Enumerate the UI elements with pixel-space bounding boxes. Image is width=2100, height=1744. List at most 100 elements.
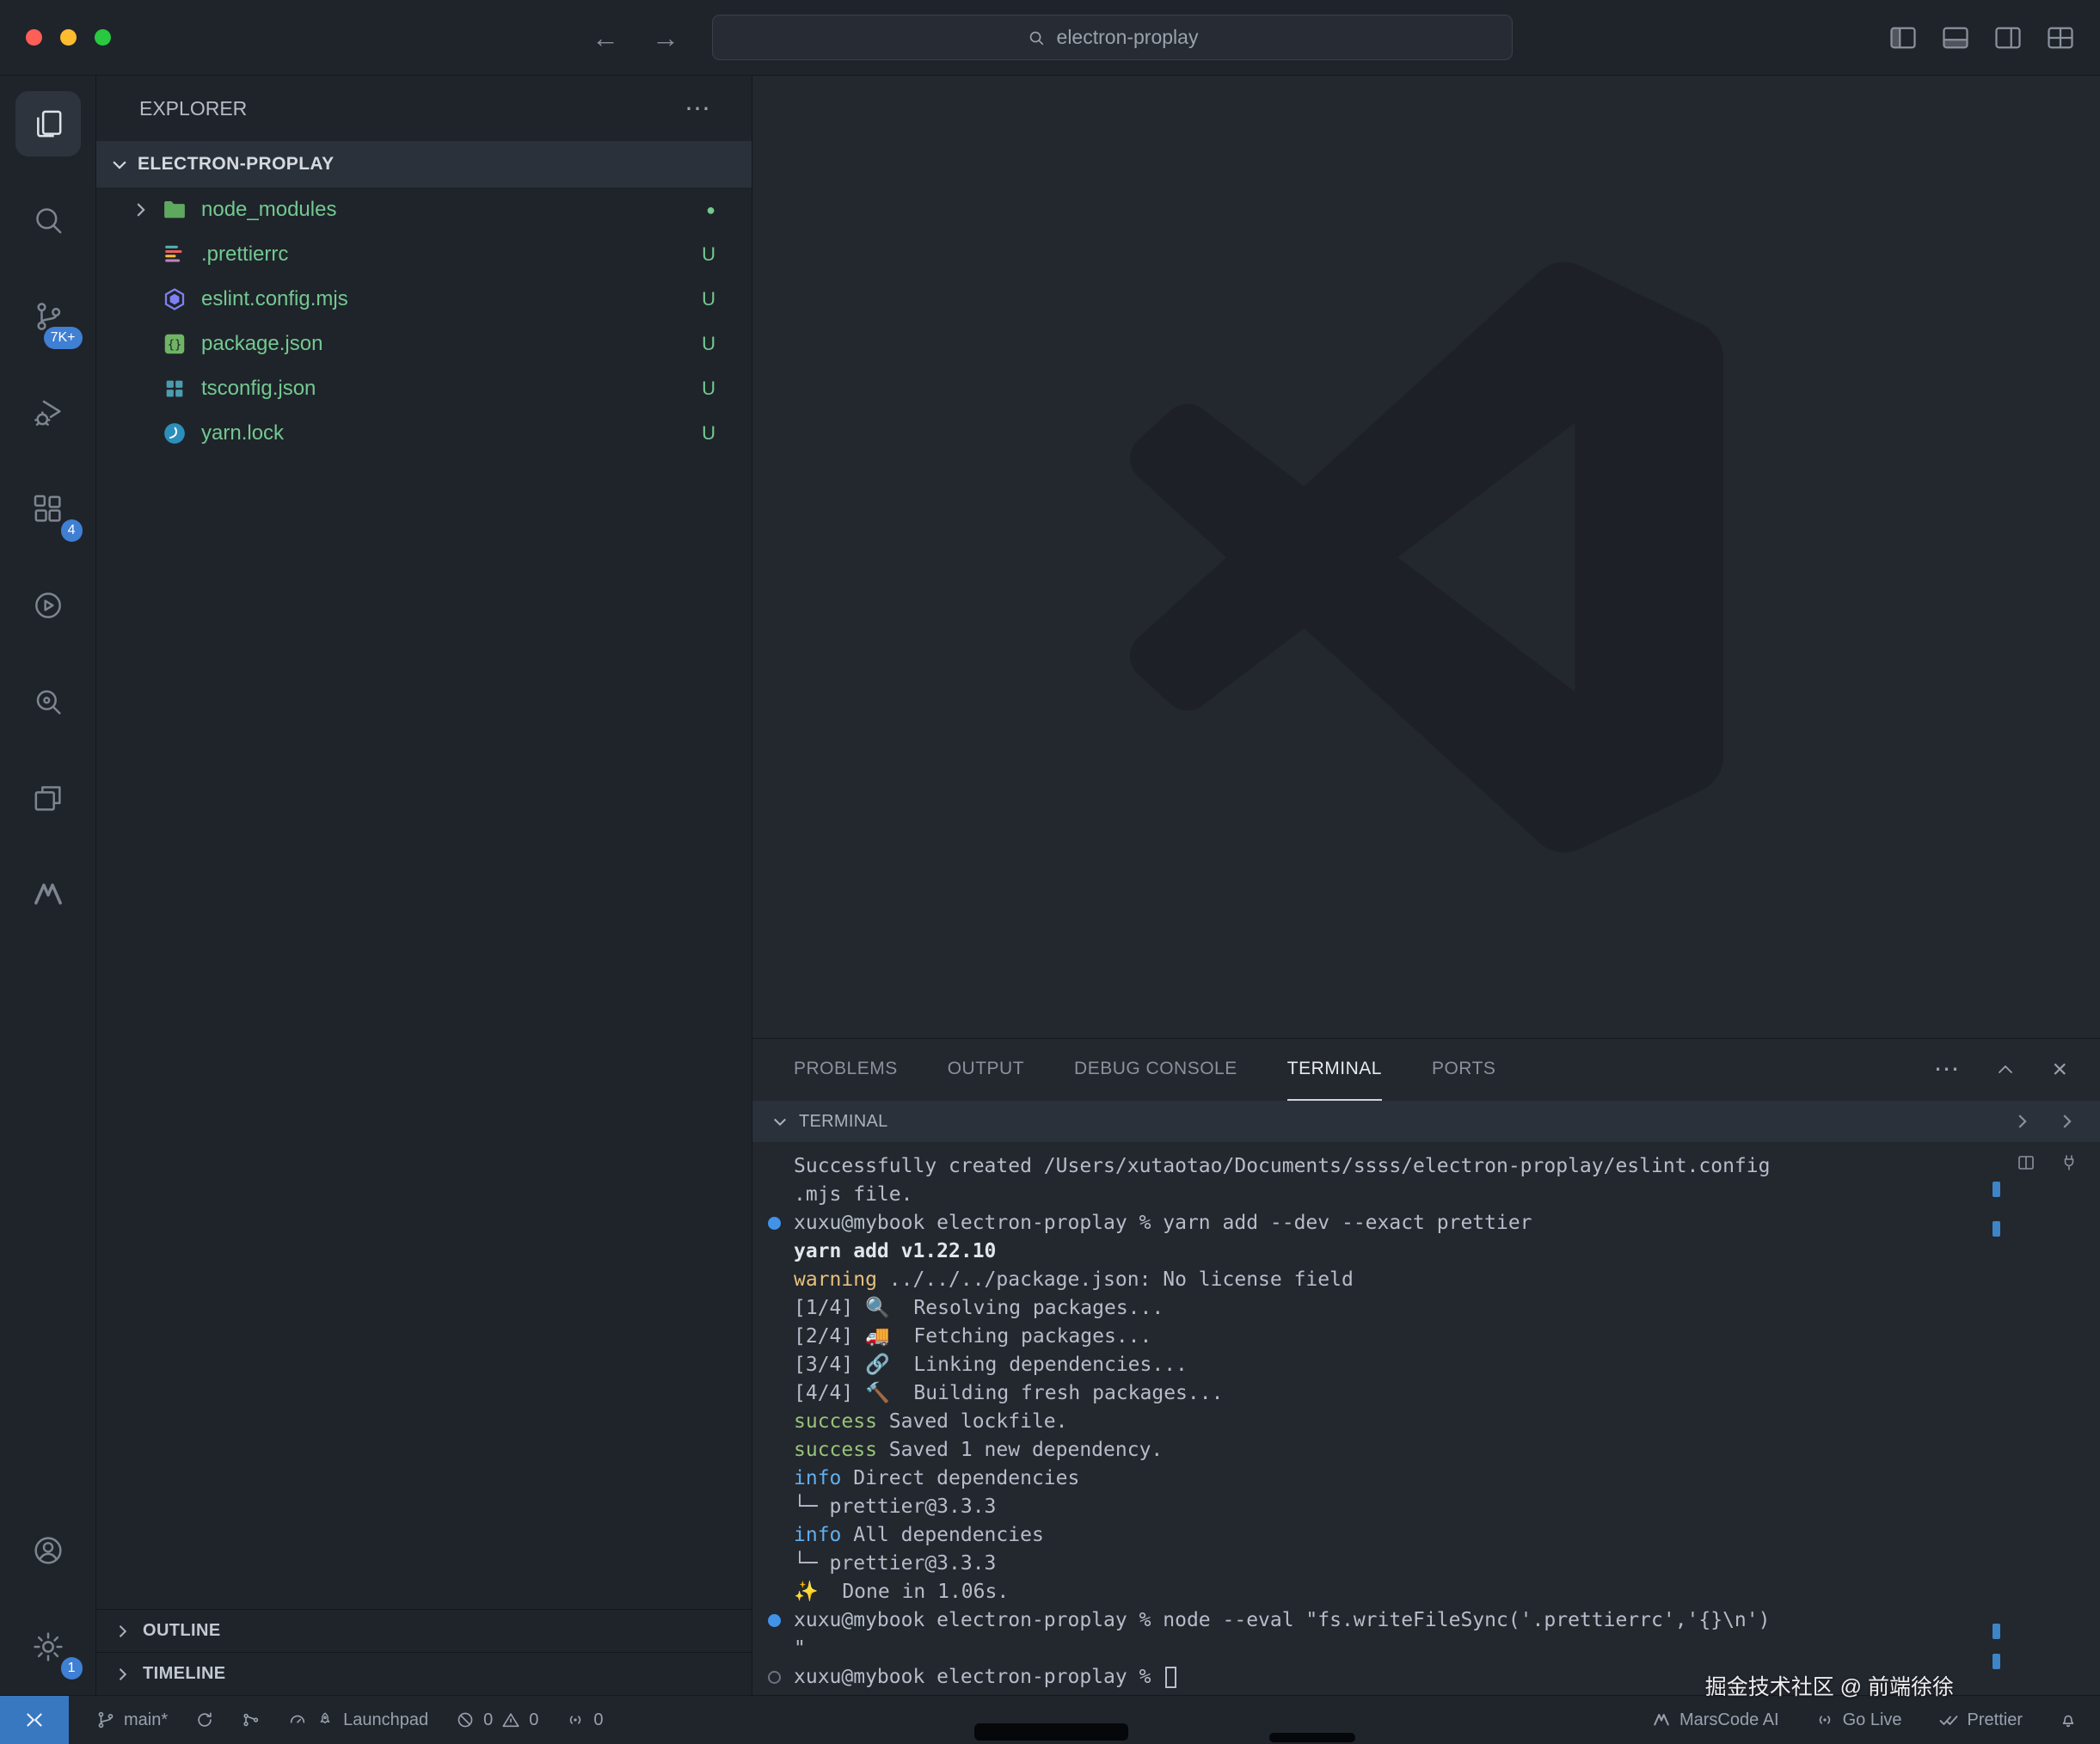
forward-button[interactable]: → — [652, 22, 679, 54]
tab-terminal[interactable]: TERMINAL — [1287, 1039, 1382, 1101]
folder-icon — [162, 197, 187, 223]
ports-status[interactable]: 0 — [566, 1710, 603, 1730]
file-row-prettierrc[interactable]: .prettierrc U — [96, 232, 752, 277]
activity-run-debug[interactable] — [0, 365, 96, 461]
git-branch-status[interactable]: main* — [96, 1710, 168, 1730]
timeline-section[interactable]: TIMELINE — [96, 1652, 752, 1695]
branch-label: main* — [124, 1710, 168, 1730]
notifications-button[interactable] — [2059, 1710, 2078, 1729]
activity-remote-windows[interactable] — [0, 750, 96, 846]
files-icon — [31, 107, 65, 141]
back-button[interactable]: ← — [592, 22, 619, 54]
launchpad-label: Launchpad — [343, 1710, 428, 1730]
git-status-badge: U — [702, 288, 715, 310]
project-root-row[interactable]: ELECTRON-PROPLAY — [96, 141, 752, 187]
search-icon — [1027, 28, 1046, 47]
split-terminal-icon[interactable] — [2016, 1152, 2036, 1173]
activity-explorer[interactable] — [0, 76, 96, 172]
panel-more-actions-icon[interactable]: ⋯ — [1933, 1057, 1959, 1083]
plug-icon[interactable] — [2059, 1152, 2079, 1173]
file-name: yarn.lock — [201, 421, 284, 445]
svg-text:{}: {} — [168, 339, 182, 353]
chevron-right-icon — [114, 1623, 131, 1640]
package-json-icon: {} — [162, 331, 187, 357]
run-debug-icon — [31, 396, 65, 430]
activity-search-tools[interactable] — [0, 654, 96, 750]
prettier-icon — [163, 243, 187, 267]
panel-tab-bar: PROBLEMS OUTPUT DEBUG CONSOLE TERMINAL P… — [752, 1039, 2100, 1101]
file-row-node-modules[interactable]: node_modules ● — [96, 187, 752, 232]
terminal-side-strip — [2011, 1142, 2100, 1695]
tab-output[interactable]: OUTPUT — [948, 1039, 1024, 1101]
go-live-button[interactable]: Go Live — [1815, 1710, 1902, 1730]
file-name: tsconfig.json — [201, 377, 316, 401]
tab-ports[interactable]: PORTS — [1432, 1039, 1495, 1101]
title-bar: ← → electron-proplay — [0, 0, 2100, 76]
terminal-line: yarn add v1.22.10 — [794, 1237, 2011, 1266]
prettier-status[interactable]: Prettier — [1938, 1710, 2023, 1730]
customize-layout-icon[interactable] — [2045, 22, 2076, 53]
git-status-badge: ● — [706, 201, 715, 219]
activity-settings[interactable]: 1 — [0, 1599, 96, 1695]
account-icon — [31, 1533, 65, 1568]
maximize-window-button[interactable] — [95, 29, 111, 46]
warning-icon — [501, 1710, 520, 1729]
file-row-tsconfig[interactable]: tsconfig.json U — [96, 366, 752, 411]
activity-source-control[interactable]: 7K+ — [0, 268, 96, 365]
sync-changes-button[interactable] — [195, 1710, 214, 1729]
terminal-line: .mjs file. — [794, 1181, 2011, 1209]
error-icon — [456, 1710, 475, 1729]
more-actions-icon[interactable]: ⋯ — [685, 94, 712, 124]
prettier-label: Prettier — [1968, 1710, 2023, 1730]
close-panel-icon[interactable]: × — [2052, 1057, 2067, 1083]
file-name: package.json — [201, 332, 322, 356]
tab-problems[interactable]: PROBLEMS — [794, 1039, 898, 1101]
outline-section[interactable]: OUTLINE — [96, 1609, 752, 1652]
toggle-panel-icon[interactable] — [1940, 22, 1971, 53]
source-control-graph-button[interactable] — [242, 1710, 261, 1729]
file-row-package-json[interactable]: {} package.json U — [96, 322, 752, 366]
close-window-button[interactable] — [26, 29, 42, 46]
project-name: ELECTRON-PROPLAY — [138, 154, 334, 175]
editor-area[interactable] — [752, 76, 2100, 1038]
minimize-window-button[interactable] — [60, 29, 77, 46]
marscode-status[interactable]: MarsCode AI — [1652, 1710, 1779, 1730]
activity-search[interactable] — [0, 172, 96, 268]
community-watermark: 掘金技术社区 @ 前端徐徐 — [1705, 1670, 1954, 1701]
terminal-line: xuxu@mybook electron-proplay % node --ev… — [794, 1606, 2011, 1635]
remote-indicator[interactable] — [0, 1696, 69, 1744]
terminal-group-header[interactable]: TERMINAL — [752, 1101, 2100, 1142]
toggle-sidebar-left-icon[interactable] — [1888, 22, 1919, 53]
activity-extensions[interactable]: 4 — [0, 461, 96, 557]
file-row-yarn-lock[interactable]: yarn.lock U — [96, 411, 752, 456]
git-status-badge: U — [702, 243, 715, 266]
terminal-line: Successfully created /Users/xutaotao/Doc… — [794, 1152, 2011, 1181]
chevron-right-icon[interactable] — [2012, 1112, 2031, 1131]
terminal-line: [1/4] 🔍 Resolving packages... — [794, 1294, 2011, 1323]
activity-account[interactable] — [0, 1502, 96, 1599]
command-decoration — [1993, 1624, 2000, 1639]
command-decoration — [1993, 1182, 2000, 1197]
chevron-right-icon[interactable] — [2057, 1112, 2076, 1131]
launchpad-button[interactable]: Launchpad — [288, 1710, 428, 1730]
terminal-line: └─ prettier@3.3.3 — [794, 1493, 2011, 1521]
activity-marscode[interactable] — [0, 846, 96, 943]
command-decoration — [1993, 1654, 2000, 1669]
tab-debug-console[interactable]: DEBUG CONSOLE — [1074, 1039, 1237, 1101]
problems-status[interactable]: 0 0 — [456, 1710, 538, 1730]
terminal-lines[interactable]: Successfully created /Users/xutaotao/Doc… — [752, 1142, 2011, 1695]
maximize-panel-icon[interactable] — [1995, 1059, 2016, 1080]
toggle-sidebar-right-icon[interactable] — [1993, 22, 2023, 53]
command-executed-dot — [768, 1217, 781, 1230]
marscode-logo-icon — [1652, 1710, 1671, 1729]
activity-play-circle[interactable] — [0, 557, 96, 654]
file-row-eslint-config[interactable]: eslint.config.mjs U — [96, 277, 752, 322]
file-name: .prettierrc — [201, 243, 288, 267]
yarn-icon — [162, 421, 187, 446]
chevron-down-icon — [771, 1113, 789, 1130]
command-center-search[interactable]: electron-proplay — [712, 15, 1513, 60]
terminal-line: " — [794, 1635, 2011, 1663]
terminal-line: [4/4] 🔨 Building fresh packages... — [794, 1379, 2011, 1408]
source-control-badge: 7K+ — [44, 327, 83, 349]
chevron-right-icon — [114, 1666, 131, 1683]
